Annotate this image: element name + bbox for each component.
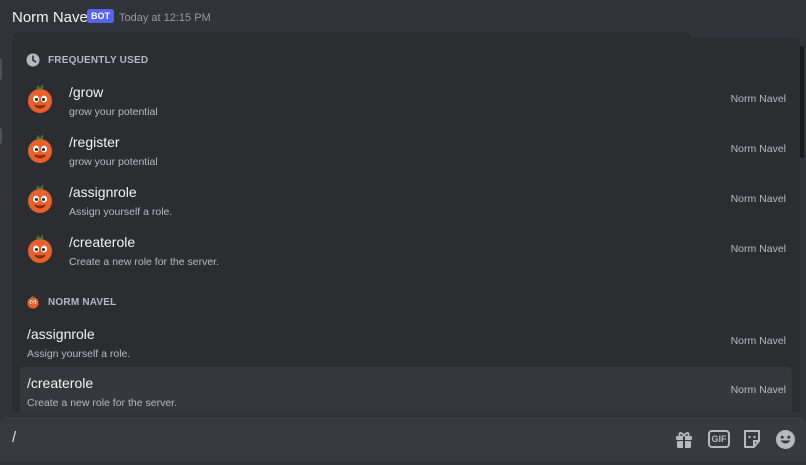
command-description: Create a new role for the server. — [69, 256, 219, 268]
command-row[interactable]: /createrole Create a new role for the se… — [20, 226, 792, 274]
command-description: Create a new role for the server. — [27, 397, 177, 409]
section-header-frequently-used: FREQUENTLY USED — [26, 52, 148, 68]
command-description: grow your potential — [69, 106, 158, 118]
bot-badge: BOT — [87, 9, 114, 23]
command-source: Norm Navel — [730, 193, 786, 205]
emoji-icon — [775, 429, 795, 449]
command-row-selected[interactable]: /createrole Create a new role for the se… — [20, 367, 792, 412]
norm-navel-avatar-icon — [28, 234, 52, 263]
command-description: Assign yourself a role. — [27, 348, 131, 360]
section-header-norm-navel: NORM NAVEL — [26, 294, 116, 310]
command-source: Norm Navel — [730, 384, 786, 396]
message-author[interactable]: Norm Navel — [12, 9, 91, 26]
command-autocomplete-popup: FREQUENTLY USED /grow grow your potentia… — [12, 38, 800, 412]
command-source: Norm Navel — [730, 243, 786, 255]
message-input[interactable]: / — [12, 429, 16, 446]
section-title: NORM NAVEL — [48, 296, 117, 308]
popup-scrollbar[interactable] — [800, 46, 804, 158]
norm-navel-avatar-icon — [27, 295, 39, 309]
emoji-button[interactable] — [774, 428, 796, 450]
norm-navel-avatar-icon — [28, 134, 52, 163]
sticker-icon — [744, 430, 760, 448]
message-header: Norm Navel BOT Today at 12:15 PM — [0, 0, 806, 34]
gift-button[interactable] — [673, 428, 695, 450]
command-name: /createrole — [27, 375, 94, 391]
command-row[interactable]: /register grow your potential Norm Navel — [20, 126, 792, 174]
message-timestamp: Today at 12:15 PM — [119, 12, 211, 24]
gif-icon: GIF — [711, 434, 727, 444]
sticker-button[interactable] — [741, 428, 763, 450]
left-edge-markers — [0, 50, 8, 170]
message-input-bar: / GIF — [0, 417, 806, 461]
command-name: /createrole — [69, 234, 136, 250]
command-source: Norm Navel — [730, 335, 786, 347]
gift-icon — [676, 432, 692, 448]
command-name: /register — [69, 134, 120, 150]
command-name: /assignrole — [27, 326, 95, 342]
command-source: Norm Navel — [730, 93, 786, 105]
command-row[interactable]: /grow grow your potential Norm Navel — [20, 76, 792, 124]
command-row[interactable]: /assignrole Assign yourself a role. Norm… — [20, 176, 792, 224]
command-source: Norm Navel — [730, 143, 786, 155]
norm-navel-avatar-icon — [28, 84, 52, 113]
command-name: /assignrole — [69, 184, 137, 200]
command-description: Assign yourself a role. — [69, 206, 173, 218]
command-name: /grow — [69, 84, 104, 100]
clock-icon — [26, 53, 40, 67]
command-description: grow your potential — [69, 156, 158, 168]
command-row[interactable]: /assignrole Assign yourself a role. Norm… — [20, 318, 792, 366]
norm-navel-avatar-icon — [28, 184, 52, 213]
section-title: FREQUENTLY USED — [48, 54, 149, 66]
gif-button[interactable]: GIF — [708, 430, 730, 448]
